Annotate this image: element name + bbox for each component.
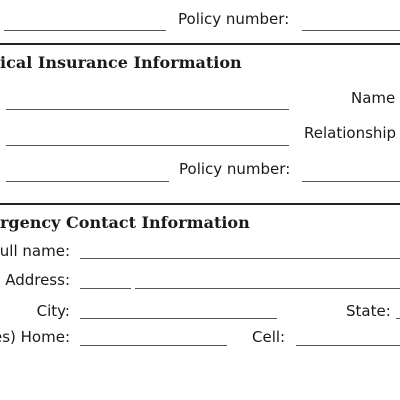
section-divider-top [0, 43, 400, 45]
emergency-state-field[interactable] [396, 318, 400, 319]
emergency-full-name-label: ull name: [0, 242, 70, 260]
medical-policy-number-label: Policy number: [179, 160, 291, 178]
emergency-address-field-short[interactable] [80, 288, 131, 289]
medical-relationship-field-line[interactable] [6, 145, 289, 146]
emergency-cell-field[interactable] [296, 345, 400, 346]
emergency-city-field[interactable] [80, 318, 277, 319]
emergency-address-field-long[interactable] [135, 288, 400, 289]
emergency-city-label: City: [36, 302, 70, 320]
medical-left-field-line[interactable] [6, 181, 169, 182]
medical-insurance-heading: ical Insurance Information [0, 53, 242, 72]
emergency-state-label: State: [346, 302, 391, 320]
emergency-home-phone-label: es) Home: [0, 328, 70, 346]
emergency-home-phone-field[interactable] [80, 345, 227, 346]
policy-number-label-top: Policy number: [178, 10, 290, 28]
top-left-field-line[interactable] [4, 30, 166, 31]
emergency-address-label: Address: [5, 271, 70, 289]
emergency-cell-label: Cell: [252, 328, 286, 346]
emergency-contact-heading: rgency Contact Information [0, 213, 250, 232]
medical-relationship-label: Relationship [304, 124, 397, 142]
medical-name-label: Name [351, 89, 396, 107]
section-divider-middle [0, 203, 400, 205]
medical-name-field-line[interactable] [6, 109, 289, 110]
emergency-full-name-field[interactable] [80, 258, 400, 259]
medical-policy-number-field[interactable] [302, 181, 400, 182]
policy-number-field-top[interactable] [302, 30, 400, 31]
